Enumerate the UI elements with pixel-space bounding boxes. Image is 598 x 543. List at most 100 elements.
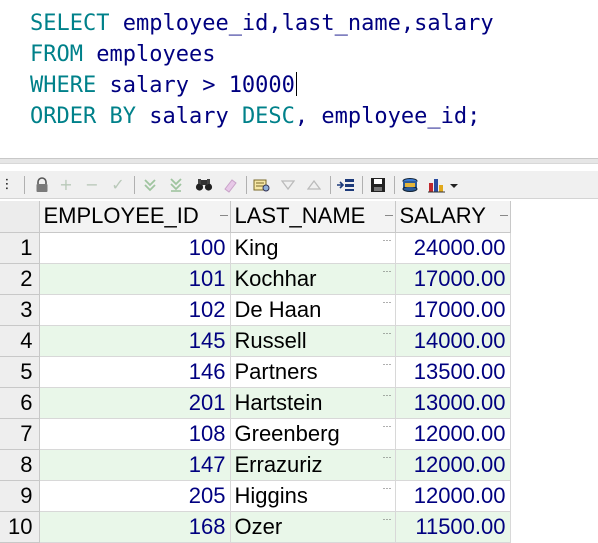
cell-text: Hartstein	[234, 389, 323, 415]
delete-row-icon[interactable]: −	[82, 175, 102, 195]
results-toolbar: ⋮ + − ✓	[0, 171, 598, 199]
table-row[interactable]: 8 147 Errazuriz ⋯ 12000.00	[0, 449, 511, 481]
cell-editor-icon[interactable]: ⋯	[383, 297, 392, 308]
column-menu-icon[interactable]	[384, 215, 393, 216]
keyword-where: WHERE	[30, 73, 97, 98]
select-list: employee_id,last_name,salary	[109, 11, 494, 36]
cell-editor-icon[interactable]: ⋯	[383, 514, 392, 525]
table-row[interactable]: 1 100 King ⋯ 24000.00	[0, 232, 511, 264]
fetch-last-icon[interactable]	[166, 175, 186, 195]
cell-editor-icon[interactable]: ⋯	[383, 266, 392, 277]
cell-last-name[interactable]: Ozer ⋯	[230, 511, 396, 543]
row-number[interactable]: 5	[0, 356, 40, 388]
order-column: salary	[135, 104, 242, 129]
save-icon[interactable]	[368, 175, 388, 195]
grid-corner[interactable]	[0, 201, 40, 233]
cell-salary[interactable]: 24000.00	[395, 232, 511, 264]
cell-editor-icon[interactable]: ⋯	[383, 328, 392, 339]
cell-last-name[interactable]: Hartstein ⋯	[230, 387, 396, 419]
cell-last-name[interactable]: Kochhar ⋯	[230, 263, 396, 295]
find-icon[interactable]	[194, 175, 214, 195]
cell-employee-id[interactable]: 147	[39, 449, 231, 481]
cell-employee-id[interactable]: 205	[39, 480, 231, 512]
table-row[interactable]: 2 101 Kochhar ⋯ 17000.00	[0, 263, 511, 295]
row-number[interactable]: 2	[0, 263, 40, 295]
fetch-next-icon[interactable]	[140, 175, 160, 195]
cell-last-name[interactable]: Higgins ⋯	[230, 480, 396, 512]
cell-text: Russell	[234, 327, 307, 353]
table-row[interactable]: 4 145 Russell ⋯ 14000.00	[0, 325, 511, 357]
column-header-salary[interactable]: SALARY	[395, 201, 511, 233]
cell-employee-id[interactable]: 100	[39, 232, 231, 264]
cell-editor-icon[interactable]: ⋯	[383, 421, 392, 432]
single-record-view-icon[interactable]	[336, 175, 356, 195]
column-header-employee-id[interactable]: EMPLOYEE_ID	[39, 201, 231, 233]
sort-up-icon[interactable]	[304, 175, 324, 195]
code-line-1: SELECT employee_id,last_name,salary	[30, 10, 494, 38]
cell-salary[interactable]: 12000.00	[395, 449, 511, 481]
sql-editor[interactable]: SELECT employee_id,last_name,salary FROM…	[0, 0, 598, 158]
text-caret	[295, 72, 297, 96]
row-number[interactable]: 3	[0, 294, 40, 326]
order-column-2: , employee_id;	[294, 104, 481, 129]
export-icon[interactable]	[400, 175, 420, 195]
table-row[interactable]: 9 205 Higgins ⋯ 12000.00	[0, 480, 511, 512]
cell-editor-icon[interactable]: ⋯	[383, 359, 392, 370]
cell-editor-icon[interactable]: ⋯	[383, 390, 392, 401]
cell-last-name[interactable]: De Haan ⋯	[230, 294, 396, 326]
chart-icon[interactable]	[428, 175, 458, 195]
cell-text: Greenberg	[234, 420, 340, 446]
post-changes-icon[interactable]: ✓	[108, 175, 128, 195]
table-row[interactable]: 10 168 Ozer ⋯ 11500.00	[0, 511, 511, 543]
cell-text: Kochhar	[234, 265, 317, 291]
column-menu-icon[interactable]	[219, 215, 228, 216]
cell-last-name[interactable]: King ⋯	[230, 232, 396, 264]
cell-employee-id[interactable]: 108	[39, 418, 231, 450]
cell-salary[interactable]: 13000.00	[395, 387, 511, 419]
keyword-desc: DESC	[241, 104, 295, 129]
editor-results-splitter[interactable]	[0, 158, 598, 164]
cell-editor-icon[interactable]: ⋯	[383, 452, 392, 463]
table-row[interactable]: 6 201 Hartstein ⋯ 13000.00	[0, 387, 511, 419]
toolbar-separator	[330, 176, 331, 194]
row-number[interactable]: 8	[0, 449, 40, 481]
results-grid: EMPLOYEE_ID LAST_NAME SALARY 1 100 King ⋯…	[0, 201, 511, 543]
cell-last-name[interactable]: Partners ⋯	[230, 356, 396, 388]
column-header-last-name[interactable]: LAST_NAME	[230, 201, 396, 233]
row-number[interactable]: 7	[0, 418, 40, 450]
cell-salary[interactable]: 14000.00	[395, 325, 511, 357]
cell-employee-id[interactable]: 145	[39, 325, 231, 357]
lock-icon[interactable]	[32, 175, 52, 195]
query-by-example-icon[interactable]	[252, 175, 272, 195]
cell-text: De Haan	[234, 296, 322, 322]
add-row-icon[interactable]: +	[56, 175, 76, 195]
table-row[interactable]: 5 146 Partners ⋯ 13500.00	[0, 356, 511, 388]
cell-employee-id[interactable]: 102	[39, 294, 231, 326]
clear-filter-icon[interactable]	[220, 175, 240, 195]
table-row[interactable]: 7 108 Greenberg ⋯ 12000.00	[0, 418, 511, 450]
table-row[interactable]: 3 102 De Haan ⋯ 17000.00	[0, 294, 511, 326]
cell-last-name[interactable]: Greenberg ⋯	[230, 418, 396, 450]
cell-salary[interactable]: 17000.00	[395, 294, 511, 326]
row-number[interactable]: 6	[0, 387, 40, 419]
cell-salary[interactable]: 12000.00	[395, 418, 511, 450]
sort-down-icon[interactable]	[278, 175, 298, 195]
cell-salary[interactable]: 17000.00	[395, 263, 511, 295]
cell-employee-id[interactable]: 201	[39, 387, 231, 419]
cell-editor-icon[interactable]: ⋯	[383, 235, 392, 246]
cell-last-name[interactable]: Russell ⋯	[230, 325, 396, 357]
cell-last-name[interactable]: Errazuriz ⋯	[230, 449, 396, 481]
row-number[interactable]: 9	[0, 480, 40, 512]
cell-employee-id[interactable]: 101	[39, 263, 231, 295]
grid-menu-icon[interactable]: ⋮	[0, 175, 14, 195]
cell-salary[interactable]: 13500.00	[395, 356, 511, 388]
row-number[interactable]: 4	[0, 325, 40, 357]
cell-employee-id[interactable]: 168	[39, 511, 231, 543]
column-menu-icon[interactable]	[499, 215, 508, 216]
cell-editor-icon[interactable]: ⋯	[383, 483, 392, 494]
cell-salary[interactable]: 12000.00	[395, 480, 511, 512]
cell-salary[interactable]: 11500.00	[395, 511, 511, 543]
cell-employee-id[interactable]: 146	[39, 356, 231, 388]
row-number[interactable]: 1	[0, 232, 40, 264]
row-number[interactable]: 10	[0, 511, 40, 543]
